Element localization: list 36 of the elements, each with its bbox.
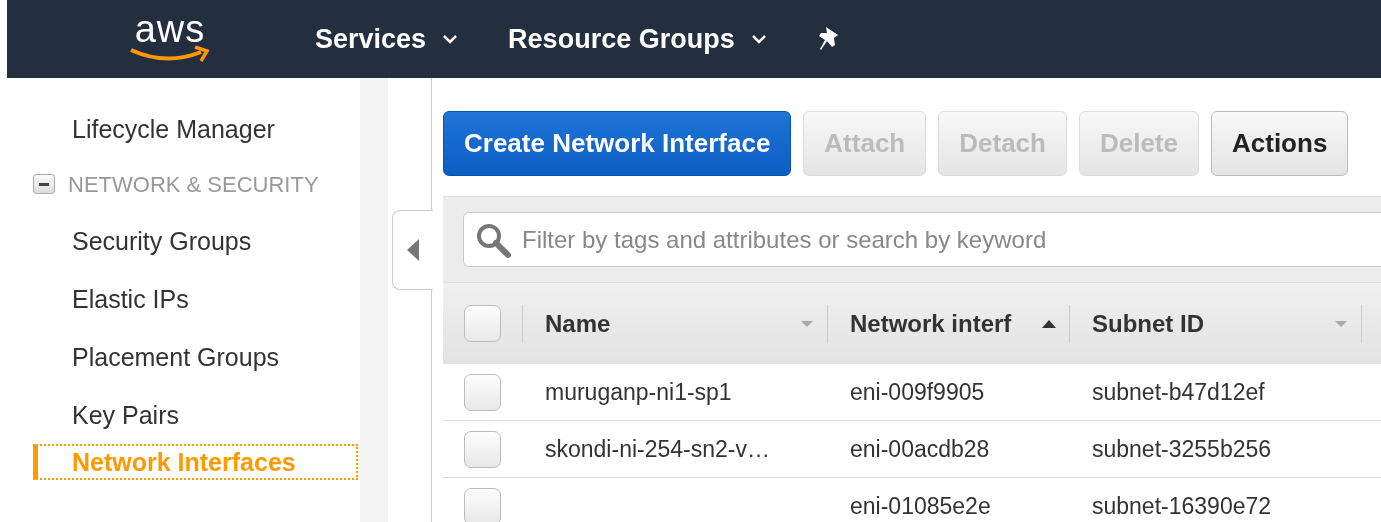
column-header[interactable]: Name <box>545 305 611 342</box>
sidebar-item[interactable]: Lifecycle Manager <box>0 100 275 158</box>
collapse-toggle[interactable] <box>33 174 55 194</box>
dropdown-icon[interactable] <box>1333 318 1349 329</box>
sidebar-item[interactable]: Key Pairs <box>0 386 179 444</box>
sort-ascending-icon[interactable] <box>1041 318 1057 329</box>
dropdown-icon[interactable] <box>799 318 815 329</box>
sidebar-item[interactable]: Placement Groups <box>0 328 280 386</box>
table-cell: subnet-16390e72 <box>1092 492 1272 519</box>
select-all-checkbox[interactable] <box>464 305 501 342</box>
chevron-down-icon <box>442 34 459 44</box>
table-cell: eni-01085e2e <box>850 492 991 519</box>
nav-menu[interactable]: Services <box>315 18 459 60</box>
nav-menu[interactable]: Resource Groups <box>508 18 767 60</box>
table-cell: subnet-b47d12ef <box>1092 378 1265 405</box>
toolbar-button[interactable]: Create Network Interface <box>443 111 792 176</box>
sidebar-item[interactable]: Elastic IPs <box>0 270 189 328</box>
sidebar-item[interactable]: Security Groups <box>0 212 252 270</box>
chevron-down-icon <box>750 34 767 44</box>
table-cell: subnet-3255b256 <box>1092 435 1272 462</box>
collapse-sidebar-tab[interactable] <box>392 210 433 290</box>
section-heading: NETWORK & SECURITY <box>68 170 319 199</box>
table-cell: eni-009f9905 <box>850 378 985 405</box>
table-cell: skondi-ni-254-sn2-v… <box>545 435 770 462</box>
row-checkbox[interactable] <box>464 487 501 522</box>
table-cell: muruganp-ni1-sp1 <box>545 378 732 405</box>
logo-text[interactable]: aws <box>134 12 206 46</box>
search-icon <box>475 222 511 258</box>
toolbar-button[interactable]: Actions <box>1211 111 1349 176</box>
search-field[interactable]: Filter by tags and attributes or search by keyword <box>463 212 1381 267</box>
column-header[interactable]: Network interf <box>850 305 1012 342</box>
table-cell: eni-00acdb28 <box>850 435 990 462</box>
column-header[interactable]: Subnet ID <box>1092 305 1204 342</box>
row-checkbox[interactable] <box>464 430 501 468</box>
triangle-left-icon <box>407 239 419 261</box>
row-checkbox[interactable] <box>464 373 501 411</box>
